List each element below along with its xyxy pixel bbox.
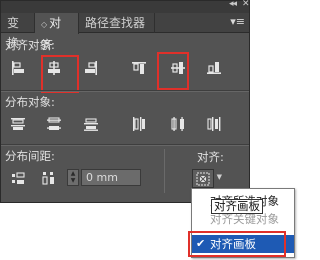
align-panel: ◂◂ ✕ 变换 ◇ 对齐 路径查找器 ▾≡ 对齐对象: 分布对象: 分布间距: … — [0, 0, 250, 203]
vertical-divider — [164, 149, 165, 193]
distribute-right-button[interactable] — [203, 113, 225, 135]
align-to-artboard-icon — [196, 172, 210, 186]
distribute-top-button[interactable] — [7, 113, 29, 135]
collapse-icon[interactable]: ◂◂ — [229, 0, 237, 9]
menu-item-label: 对齐关键对象 — [210, 212, 279, 226]
highlight-align-vertical-center — [157, 52, 189, 90]
align-top-button[interactable] — [128, 57, 150, 79]
align-left-button[interactable] — [7, 57, 29, 79]
vertical-distribute-space-button[interactable] — [7, 167, 29, 189]
panel-menu-icon[interactable]: ▾≡ — [230, 15, 245, 28]
section-divider — [1, 144, 249, 146]
tab-bar: 变换 ◇ 对齐 路径查找器 ▾≡ — [1, 13, 249, 52]
align-right-button[interactable] — [80, 57, 102, 79]
close-icon[interactable]: ✕ — [242, 0, 249, 9]
distribute-vertical-center-button[interactable] — [43, 113, 65, 135]
align-left-icon — [12, 61, 24, 75]
distribute-left-button[interactable] — [128, 113, 150, 135]
align-to-label: 对齐: — [197, 150, 224, 164]
distribute-horizontal-center-icon — [171, 117, 184, 131]
distribute-top-icon — [11, 118, 25, 130]
tooltip: 对齐画板 — [211, 199, 263, 214]
highlight-align-artboard — [188, 231, 286, 257]
distribute-horizontal-center-button[interactable] — [167, 113, 189, 135]
highlight-align-horizontal-center — [41, 55, 79, 93]
distribute-bottom-button[interactable] — [80, 113, 102, 135]
vertical-distribute-space-icon — [12, 172, 25, 184]
tab-label: 路径查找器 — [85, 16, 146, 30]
align-top-icon — [132, 62, 146, 74]
align-objects-label: 对齐对象: — [5, 38, 55, 52]
distribute-bottom-icon — [84, 118, 98, 131]
spacing-input[interactable]: 0 mm — [81, 169, 141, 186]
horizontal-distribute-space-button[interactable] — [37, 167, 59, 189]
section-divider — [1, 90, 249, 92]
distribute-right-icon — [207, 117, 221, 131]
distribute-spacing-label: 分布间距: — [5, 149, 55, 163]
distribute-vertical-center-icon — [47, 117, 61, 130]
distribute-left-icon — [133, 117, 145, 131]
stepper-up-icon[interactable]: ▲ — [68, 170, 78, 177]
tab-align[interactable]: ◇ 对齐 — [35, 13, 79, 52]
tab-pathfinder[interactable]: 路径查找器 — [79, 13, 155, 33]
distribute-objects-label: 分布对象: — [5, 95, 55, 109]
tab-marker-icon: ◇ — [41, 20, 48, 29]
panel-title-bar: ◂◂ ✕ — [1, 0, 249, 13]
tab-transform[interactable]: 变换 — [1, 13, 35, 50]
align-to-dropdown-button[interactable]: ▼ — [192, 169, 222, 188]
chevron-down-icon: ▼ — [216, 173, 222, 181]
align-bottom-icon — [207, 62, 221, 74]
align-right-icon — [85, 61, 97, 75]
spacing-stepper[interactable]: ▲ ▼ — [67, 169, 79, 186]
stepper-down-icon[interactable]: ▼ — [68, 177, 78, 184]
align-bottom-button[interactable] — [203, 57, 225, 79]
horizontal-distribute-space-icon — [42, 172, 54, 185]
